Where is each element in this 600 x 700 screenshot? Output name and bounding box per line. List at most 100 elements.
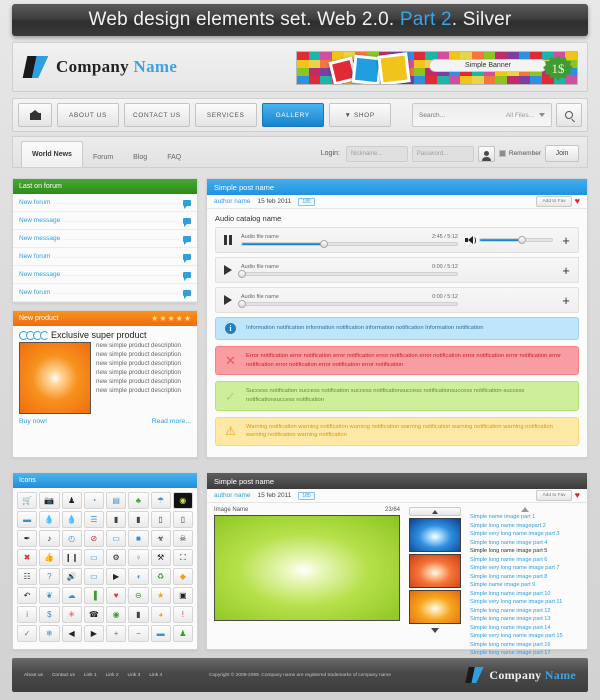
forum-list-item[interactable]: New message.............................… (13, 266, 197, 284)
expand-icon[interactable]: ⛶ (172, 549, 193, 566)
progress-knob[interactable] (319, 240, 328, 248)
comment-bubble-icon[interactable] (183, 199, 191, 209)
phone-icon[interactable]: ▯ (150, 511, 171, 528)
tools-icon[interactable]: ⚒ (150, 549, 171, 566)
add-track-icon[interactable]: + (560, 234, 572, 247)
buy-now-link[interactable]: Buy now! (19, 418, 47, 425)
product-image[interactable] (19, 342, 91, 414)
gallery-list-item[interactable]: Simple long name image part 8 (470, 573, 580, 582)
briefcase-icon[interactable]: ▭ (106, 530, 127, 547)
gallery-heart-icon[interactable]: ♥ (575, 491, 580, 500)
play-icon[interactable] (222, 295, 234, 305)
comment-bubble-icon[interactable] (183, 271, 191, 281)
bar-chart-icon[interactable]: ▐ (83, 587, 104, 604)
tab-faq[interactable]: FAQ (157, 147, 191, 167)
star-icon[interactable]: ★ (150, 587, 171, 604)
search-button[interactable] (556, 103, 582, 127)
tree-icon[interactable]: ♣ (128, 492, 149, 509)
heart-icon[interactable]: ♥ (106, 587, 127, 604)
comment-bubble-icon[interactable] (183, 289, 191, 299)
forum-list-item[interactable]: New message.............................… (13, 230, 197, 248)
gallery-list-item[interactable]: Simple long name image part 16 (470, 641, 580, 650)
prev-icon[interactable]: ◀ (61, 625, 82, 642)
dollar-icon[interactable]: $ (39, 606, 60, 623)
forum-list-item[interactable]: New forum...............................… (13, 194, 197, 212)
password-input[interactable]: Password... (411, 145, 474, 162)
remember-me-toggle[interactable]: Remember (498, 150, 541, 157)
play-icon[interactable] (222, 265, 234, 275)
gallery-comment-badge[interactable]: 185 (298, 491, 315, 500)
thumbs-up-icon[interactable]: 👍 (39, 549, 60, 566)
gallery-list-item[interactable]: Simple long name imagepart 2 (470, 522, 580, 531)
moon-icon[interactable]: ◖ (128, 568, 149, 585)
tab-blog[interactable]: Blog (123, 147, 157, 167)
plus-icon[interactable]: + (106, 625, 127, 642)
speaker-icon[interactable]: 🔊 (61, 568, 82, 585)
gallery-list-item[interactable]: Simple long name image part 5 (470, 547, 580, 556)
water-drop-icon[interactable]: 💧 (39, 511, 60, 528)
chess-pawn-icon[interactable]: ♟ (61, 492, 82, 509)
next-icon[interactable]: ▶ (83, 625, 104, 642)
card-icon[interactable]: ▭ (83, 568, 104, 585)
gallery-thumbnail[interactable] (409, 590, 461, 624)
tab-world-news[interactable]: World News (21, 141, 83, 167)
comment-bubble-icon[interactable] (183, 253, 191, 263)
gallery-list-item[interactable]: Simple name image part 1 (470, 513, 580, 522)
gallery-list-item[interactable]: Simple long name image part 10 (470, 590, 580, 599)
tab-forum[interactable]: Forum (83, 147, 123, 167)
play-icon[interactable]: ▶ (106, 568, 127, 585)
track-progress-slider[interactable] (238, 300, 458, 308)
audio-track[interactable]: Audio file name 2:45 / 5:12 + (215, 227, 579, 253)
clock-icon[interactable]: ◴ (61, 530, 82, 547)
gallery-list-item[interactable]: Simple long name image part 6 (470, 556, 580, 565)
track-progress-slider[interactable] (238, 270, 458, 278)
nav-item-shop[interactable]: ▼ SHOP (328, 103, 391, 127)
gallery-list-item[interactable]: Simple long name image part 14 (470, 624, 580, 633)
nav-item-about-us[interactable]: ABOUT US (57, 103, 119, 127)
tag-icon[interactable]: ❦ (39, 587, 60, 604)
question-icon[interactable]: ? (39, 568, 60, 585)
list-scroll-up-icon[interactable] (521, 507, 529, 512)
comment-bubble-icon[interactable] (183, 217, 191, 227)
gallery-thumbnail[interactable] (409, 554, 461, 588)
gallery-list-item[interactable]: Simple long name image part 17 (470, 649, 580, 658)
car-icon[interactable]: ▬ (17, 511, 38, 528)
camera-icon[interactable]: 📷 (39, 492, 60, 509)
post-author[interactable]: author name (214, 198, 251, 205)
info-icon[interactable]: i (17, 606, 38, 623)
gallery-list-item[interactable]: Simple long name image part 4 (470, 539, 580, 548)
nav-item-contact-us[interactable]: CONTACT US (124, 103, 190, 127)
snowflake-icon[interactable]: ❄ (39, 625, 60, 642)
volume-slider[interactable] (479, 236, 553, 244)
join-button[interactable]: Join (545, 145, 579, 162)
audio-track[interactable]: Audio file name 0:00 / 5:12 + (215, 257, 579, 283)
battery-icon[interactable]: ▮ (106, 511, 127, 528)
thumbs-scroll-up-button[interactable] (409, 507, 461, 516)
progress-knob[interactable] (238, 270, 246, 278)
heart-icon[interactable]: ♥ (575, 197, 580, 206)
search-filter-label[interactable]: All Files... (506, 112, 534, 119)
shield-icon[interactable]: ◆ (172, 568, 193, 585)
chevron-down-icon[interactable] (539, 113, 545, 117)
gallery-list-item[interactable]: Simple name image part 9 (470, 581, 580, 590)
volume-control[interactable] (465, 235, 553, 245)
pen-icon[interactable]: ✒ (17, 530, 38, 547)
undo-icon[interactable]: ↶ (17, 587, 38, 604)
forum-list-item[interactable]: New forum...............................… (13, 284, 197, 302)
pause-icon[interactable]: ❙❙ (61, 549, 82, 566)
document-icon[interactable]: ☰ (83, 511, 104, 528)
cloud-icon[interactable]: ☁ (61, 587, 82, 604)
add-track-icon[interactable]: + (560, 264, 572, 277)
user-icon[interactable]: ♟ (172, 625, 193, 642)
recycle-icon[interactable]: ♻ (150, 568, 171, 585)
book-icon[interactable]: ▤ (106, 492, 127, 509)
music-note-icon[interactable]: ♪ (39, 530, 60, 547)
speaker-icon[interactable] (465, 235, 476, 245)
asterisk-icon[interactable]: ✳ (61, 606, 82, 623)
gallery-main-image[interactable] (214, 515, 400, 621)
telephone-icon[interactable]: ☎ (83, 606, 104, 623)
rss-icon[interactable]: ◕ (150, 606, 171, 623)
ad-banner[interactable]: Simple Banner 1$ (296, 51, 578, 85)
exclamation-icon[interactable]: ! (172, 606, 193, 623)
user-avatar-button[interactable] (477, 145, 495, 162)
